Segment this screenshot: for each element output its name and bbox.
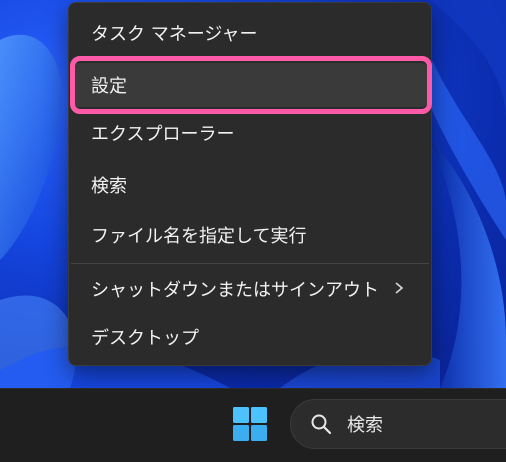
search-icon <box>309 412 333 436</box>
menu-item-explorer[interactable]: エクスプローラー <box>73 111 427 155</box>
menu-item-label: ファイル名を指定して実行 <box>91 226 307 247</box>
chevron-right-icon <box>393 279 405 300</box>
context-menu: タスク マネージャー 設定 エクスプローラー 検索 ファイル名を指定して実行 シ… <box>68 2 432 366</box>
menu-item-search[interactable]: 検索 <box>73 163 427 207</box>
menu-item-shutdown-signout[interactable]: シャットダウンまたはサインアウト <box>73 267 427 311</box>
screen: タスク マネージャー 設定 エクスプローラー 検索 ファイル名を指定して実行 シ… <box>0 0 506 462</box>
search-label: 検索 <box>347 415 383 436</box>
start-button[interactable] <box>224 403 276 449</box>
menu-item-label: 設定 <box>91 76 127 97</box>
menu-separator <box>71 263 429 264</box>
menu-item-settings[interactable]: 設定 <box>73 63 427 107</box>
windows-logo-icon <box>232 406 268 446</box>
menu-item-desktop[interactable]: デスクトップ <box>73 315 427 359</box>
menu-item-task-manager[interactable]: タスク マネージャー <box>73 11 427 55</box>
taskbar: 検索 <box>0 388 506 462</box>
menu-item-label: デスクトップ <box>91 328 199 349</box>
menu-item-label: エクスプローラー <box>91 124 235 145</box>
menu-item-label: 検索 <box>91 176 127 197</box>
taskbar-search-box[interactable]: 検索 <box>290 399 506 449</box>
menu-item-label: タスク マネージャー <box>91 24 258 45</box>
menu-item-label: シャットダウンまたはサインアウト <box>91 280 379 301</box>
menu-item-run[interactable]: ファイル名を指定して実行 <box>73 213 427 257</box>
